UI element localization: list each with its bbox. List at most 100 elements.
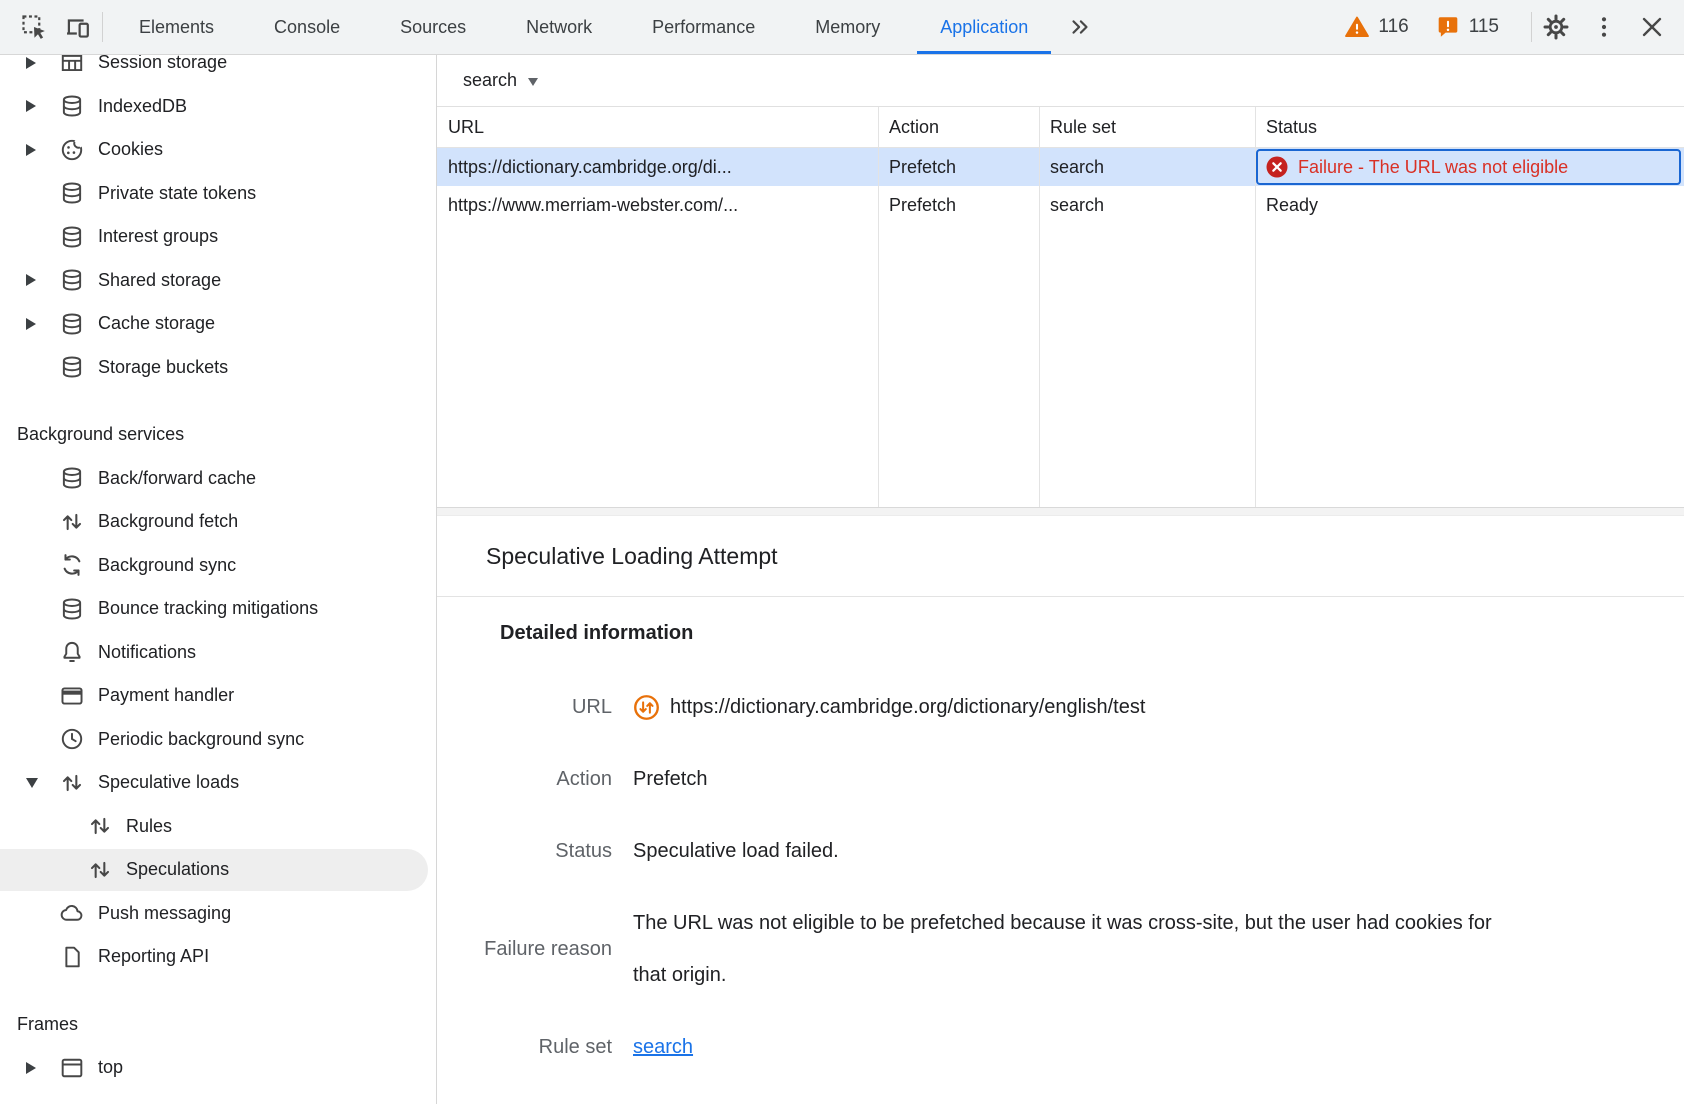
device-toolbar-button[interactable]: [60, 9, 96, 45]
sidebar-item-label: Background sync: [98, 555, 236, 576]
tab-memory[interactable]: Memory: [785, 0, 910, 54]
expand-icon[interactable]: [26, 144, 36, 156]
sidebar-item-push-messaging[interactable]: Push messaging: [0, 892, 436, 936]
sidebar-item-label: Speculations: [126, 859, 229, 880]
sidebar-item-label: Push messaging: [98, 903, 231, 924]
column-header-url[interactable]: URL: [437, 107, 878, 147]
tab-sources[interactable]: Sources: [370, 0, 496, 54]
cell-status[interactable]: Ready: [1255, 186, 1684, 224]
database-icon: [59, 311, 85, 337]
sidebar-item-session-storage[interactable]: Session storage: [0, 55, 436, 85]
sidebar-item-label: top: [98, 1057, 123, 1078]
detail-url-text: https://dictionary.cambridge.org/diction…: [670, 696, 1145, 719]
inspect-element-button[interactable]: [16, 9, 52, 45]
rule-set-link[interactable]: search: [633, 1036, 693, 1058]
sidebar-item-payment-handler[interactable]: Payment handler: [0, 674, 436, 718]
detail-value-status: Speculative load failed.: [633, 840, 1684, 863]
sidebar-item-cache-storage[interactable]: Cache storage: [0, 302, 436, 346]
ruleset-filter-dropdown[interactable]: search: [463, 70, 538, 91]
sidebar-item-speculative-loads[interactable]: Speculative loads: [0, 761, 436, 805]
cell-url[interactable]: https://dictionary.cambridge.org/di...: [437, 148, 878, 186]
tab-application[interactable]: Application: [910, 0, 1058, 54]
collapse-icon[interactable]: [26, 778, 38, 788]
cell-action[interactable]: Prefetch: [878, 186, 1039, 224]
cell-rule-set[interactable]: search: [1039, 186, 1255, 224]
cell-url[interactable]: https://www.merriam-webster.com/...: [437, 186, 878, 224]
sidebar-item-periodic-background-sync[interactable]: Periodic background sync: [0, 718, 436, 762]
sidebar-item-label: Notifications: [98, 642, 196, 663]
warnings-badge[interactable]: 116: [1344, 14, 1408, 40]
detail-label-failure-reason: Failure reason: [437, 938, 612, 961]
expand-icon[interactable]: [26, 100, 36, 112]
status-failure-focus-box[interactable]: Failure - The URL was not eligible: [1256, 149, 1681, 185]
column-header-rule-set[interactable]: Rule set: [1039, 107, 1255, 147]
sidebar-item-label: Rules: [126, 816, 172, 837]
sidebar-item-interest-groups[interactable]: Interest groups: [0, 215, 436, 259]
sidebar-item-cookies[interactable]: Cookies: [0, 128, 436, 172]
cell-rule-set[interactable]: search: [1039, 148, 1255, 186]
detail-value-action: Prefetch: [633, 768, 1684, 791]
sidebar-item-label: Back/forward cache: [98, 468, 256, 489]
sidebar-item-rules[interactable]: Rules: [0, 805, 436, 849]
more-options-button[interactable]: [1586, 9, 1622, 45]
inspect-icon: [20, 13, 48, 41]
sidebar-section-background-services: Background services: [0, 413, 436, 457]
sidebar-item-top[interactable]: top: [0, 1046, 436, 1090]
sidebar-item-indexeddb[interactable]: IndexedDB: [0, 85, 436, 129]
more-tabs-button[interactable]: [1062, 9, 1098, 45]
panel-splitter[interactable]: [437, 507, 1684, 516]
expander-slot: [26, 274, 39, 286]
sidebar-item-shared-storage[interactable]: Shared storage: [0, 259, 436, 303]
sidebar-item-background-fetch[interactable]: Background fetch: [0, 500, 436, 544]
expand-icon[interactable]: [26, 274, 36, 286]
table-row[interactable]: https://www.merriam-webster.com/...Prefe…: [437, 186, 1684, 224]
detail-field-status: StatusSpeculative load failed.: [437, 815, 1684, 887]
arrows-up-down-glyph: [87, 857, 113, 883]
tab-network[interactable]: Network: [496, 0, 622, 54]
bell-glyph: [59, 639, 85, 665]
sidebar-item-reporting-api[interactable]: Reporting API: [0, 935, 436, 979]
sidebar-item-bounce-tracking-mitigations[interactable]: Bounce tracking mitigations: [0, 587, 436, 631]
database-glyph: [59, 354, 85, 380]
column-divider: [878, 107, 879, 507]
database-icon: [59, 93, 85, 119]
sidebar-item-label: Private state tokens: [98, 183, 256, 204]
sidebar-section-frames: Frames: [0, 1003, 436, 1047]
sidebar-item-private-state-tokens[interactable]: Private state tokens: [0, 172, 436, 216]
table-row[interactable]: https://dictionary.cambridge.org/di...Pr…: [437, 148, 1684, 186]
chevron-double-right-icon: [1067, 14, 1093, 40]
column-header-status[interactable]: Status: [1255, 107, 1684, 147]
speculations-table: URLActionRule setStatus https://dictiona…: [437, 107, 1684, 507]
sidebar-item-label: Payment handler: [98, 685, 234, 706]
tab-elements[interactable]: Elements: [109, 0, 244, 54]
sidebar-item-back-forward-cache[interactable]: Back/forward cache: [0, 457, 436, 501]
database-glyph: [59, 311, 85, 337]
arrows-up-down-glyph: [59, 509, 85, 535]
tab-console[interactable]: Console: [244, 0, 370, 54]
expand-icon[interactable]: [26, 57, 36, 69]
tab-performance[interactable]: Performance: [622, 0, 785, 54]
column-header-action[interactable]: Action: [878, 107, 1039, 147]
sidebar-item-background-sync[interactable]: Background sync: [0, 544, 436, 588]
application-sidebar: Session storageIndexedDB Cookies Private s…: [0, 55, 437, 1104]
sync-icon: [59, 552, 85, 578]
expand-icon[interactable]: [26, 318, 36, 330]
cell-status[interactable]: Failure - The URL was not eligible: [1255, 148, 1684, 186]
database-icon: [59, 224, 85, 250]
sidebar-item-label: Cookies: [98, 139, 163, 160]
expand-icon[interactable]: [26, 1062, 36, 1074]
arrows-up-down-glyph: [87, 813, 113, 839]
sidebar-item-label: Interest groups: [98, 226, 218, 247]
cell-action[interactable]: Prefetch: [878, 148, 1039, 186]
grid-icon: [59, 55, 85, 76]
sidebar-item-storage-buckets[interactable]: Storage buckets: [0, 346, 436, 390]
sidebar-item-notifications[interactable]: Notifications: [0, 631, 436, 675]
speculations-toolbar: search: [437, 55, 1684, 107]
close-devtools-button[interactable]: [1634, 9, 1670, 45]
issue-bubble-icon: [1435, 14, 1461, 40]
ruleset-filter-label: search: [463, 70, 517, 91]
sidebar-item-speculations[interactable]: Speculations: [0, 848, 436, 892]
database-glyph: [59, 180, 85, 206]
settings-button[interactable]: [1538, 9, 1574, 45]
issues-badge[interactable]: 115: [1435, 14, 1499, 40]
